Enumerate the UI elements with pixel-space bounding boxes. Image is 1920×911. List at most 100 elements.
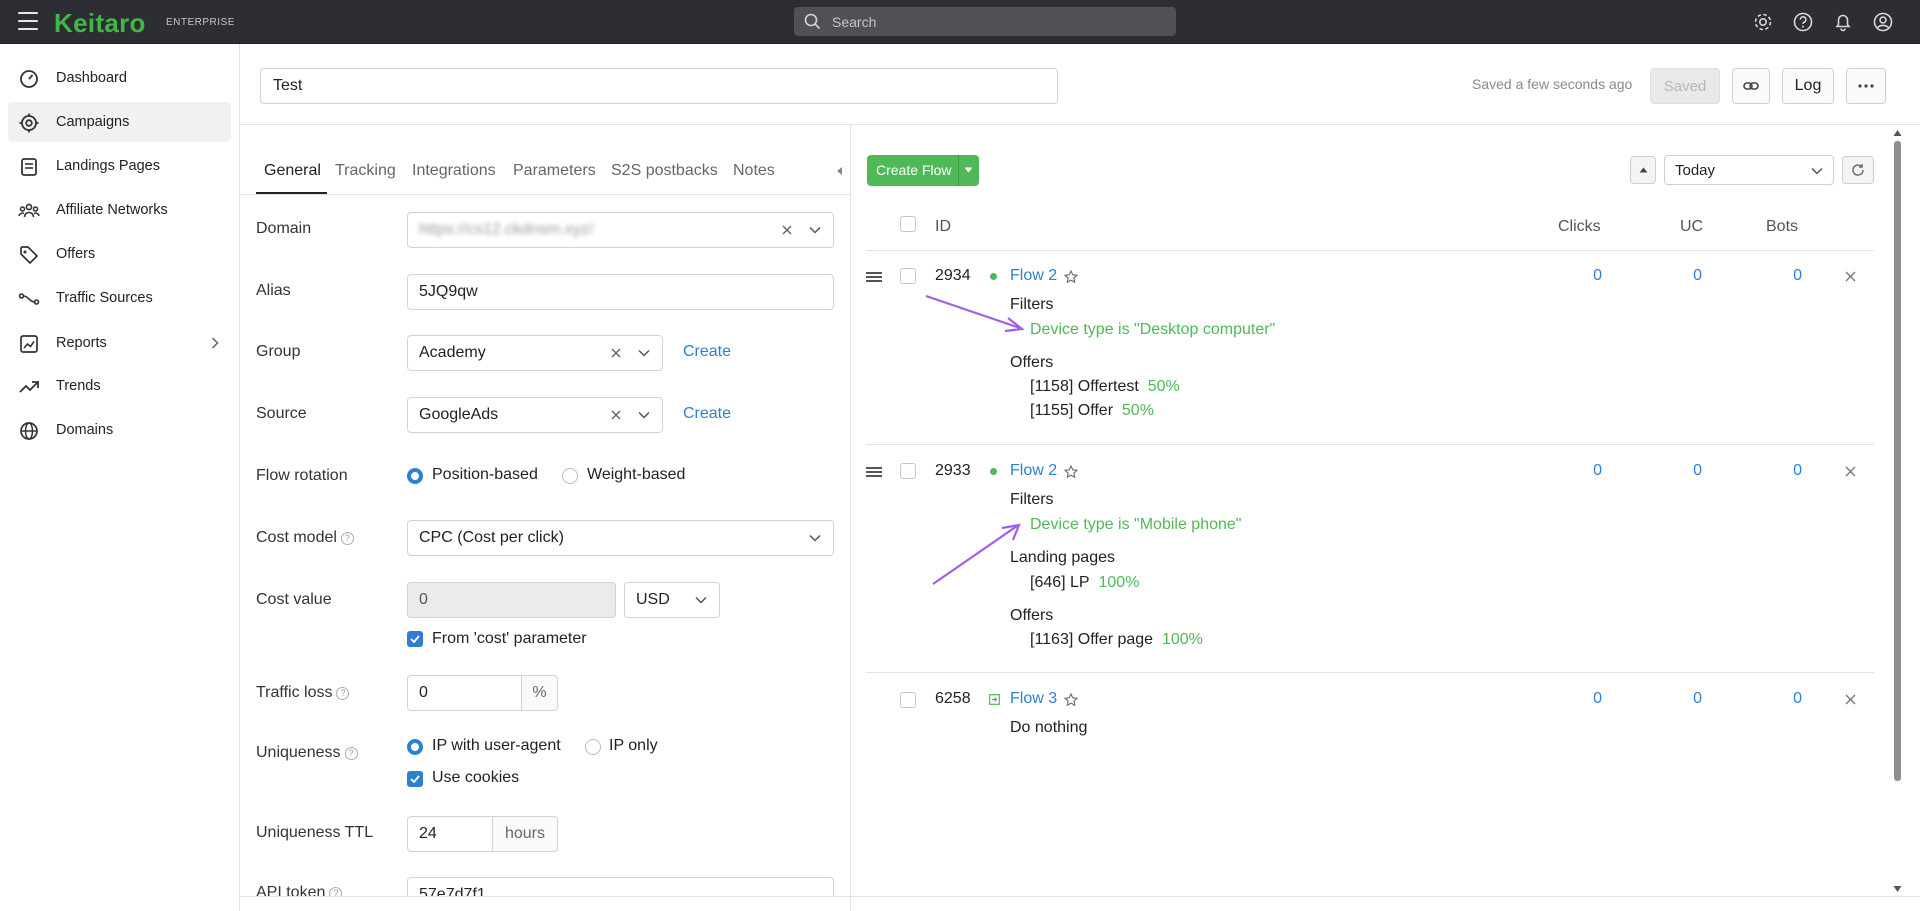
bots-value[interactable]: 0 bbox=[1762, 690, 1802, 708]
tab-parameters[interactable]: Parameters bbox=[513, 162, 596, 180]
bots-value[interactable]: 0 bbox=[1762, 267, 1802, 285]
clicks-value[interactable]: 0 bbox=[1562, 267, 1602, 285]
sidebar-item-trends[interactable]: Trends bbox=[8, 366, 231, 406]
menu-icon[interactable] bbox=[18, 12, 38, 30]
column-clicks[interactable]: Clicks bbox=[1558, 218, 1601, 236]
select-all-checkbox[interactable] bbox=[900, 216, 916, 232]
tab-tracking[interactable]: Tracking bbox=[335, 162, 396, 180]
star-icon[interactable] bbox=[1064, 270, 1078, 284]
star-icon[interactable] bbox=[1064, 693, 1078, 707]
search-box[interactable] bbox=[794, 7, 1176, 36]
caret-up-icon bbox=[1639, 167, 1647, 173]
uc-value[interactable]: 0 bbox=[1662, 690, 1702, 708]
copy-link-button[interactable] bbox=[1732, 68, 1770, 104]
star-icon[interactable] bbox=[1064, 465, 1078, 479]
people-icon bbox=[18, 203, 40, 218]
dashboard-icon bbox=[20, 70, 38, 88]
uniqueness-label: Uniqueness? bbox=[256, 744, 358, 762]
currency-select[interactable]: USD bbox=[624, 582, 720, 618]
uniqueness-ttl-value: 24 bbox=[419, 825, 437, 842]
uc-value[interactable]: 0 bbox=[1662, 462, 1702, 480]
filter-rule[interactable]: Device type is "Mobile phone" bbox=[1030, 516, 1241, 534]
drag-handle-icon[interactable] bbox=[866, 272, 882, 284]
bots-value[interactable]: 0 bbox=[1762, 462, 1802, 480]
saved-button[interactable]: Saved bbox=[1650, 68, 1720, 104]
sidebar-item-traffic-sources[interactable]: Traffic Sources bbox=[8, 278, 231, 318]
create-group-link[interactable]: Create bbox=[683, 343, 731, 361]
sidebar-item-domains[interactable]: Domains bbox=[8, 410, 231, 450]
cost-model-select[interactable]: CPC (Cost per click) bbox=[407, 520, 834, 556]
uc-value[interactable]: 0 bbox=[1662, 267, 1702, 285]
sidebar-item-campaigns[interactable]: Campaigns bbox=[8, 102, 231, 142]
domain-select[interactable]: https://cs12.ckdnsm.xyz/ bbox=[407, 212, 834, 248]
user-account-icon[interactable] bbox=[1872, 11, 1894, 33]
tab-general[interactable]: General bbox=[264, 162, 321, 180]
help-icon[interactable]: ? bbox=[329, 887, 343, 896]
use-cookies-checkbox[interactable] bbox=[407, 771, 423, 787]
position-based-radio[interactable] bbox=[407, 468, 423, 484]
clear-icon[interactable] bbox=[610, 347, 622, 359]
drag-handle-icon[interactable] bbox=[866, 467, 882, 479]
row-checkbox[interactable] bbox=[900, 463, 916, 479]
delete-icon[interactable] bbox=[1845, 271, 1856, 282]
scroll-up-arrow-icon[interactable] bbox=[1893, 129, 1902, 137]
column-uc[interactable]: UC bbox=[1680, 218, 1703, 236]
sidebar-item-landing-pages[interactable]: Landings Pages bbox=[8, 146, 231, 186]
sidebar-item-offers[interactable]: Offers bbox=[8, 234, 231, 274]
from-cost-checkbox[interactable] bbox=[407, 631, 423, 647]
period-select[interactable]: Today bbox=[1664, 155, 1834, 185]
gear-icon[interactable] bbox=[1752, 11, 1774, 33]
refresh-button[interactable] bbox=[1842, 156, 1874, 184]
api-token-input[interactable]: 57e7d7f1 bbox=[407, 877, 834, 896]
ip-only-radio[interactable] bbox=[585, 739, 601, 755]
delete-icon[interactable] bbox=[1845, 466, 1856, 477]
cost-value-input[interactable]: 0 bbox=[407, 582, 616, 618]
chevron-right-icon bbox=[211, 337, 219, 349]
tab-integrations[interactable]: Integrations bbox=[412, 162, 496, 180]
scrollbar-thumb[interactable] bbox=[1894, 141, 1901, 781]
sidebar-item-dashboard[interactable]: Dashboard bbox=[8, 58, 231, 98]
logo[interactable]: Keitaro bbox=[54, 8, 146, 39]
caret-down-icon[interactable] bbox=[964, 167, 973, 173]
row-checkbox[interactable] bbox=[900, 268, 916, 284]
help-icon[interactable]: ? bbox=[340, 532, 354, 545]
group-select[interactable]: Academy bbox=[407, 335, 663, 371]
ip-user-agent-radio[interactable] bbox=[407, 739, 423, 755]
create-flow-button[interactable]: Create Flow bbox=[867, 155, 979, 186]
alias-input[interactable]: 5JQ9qw bbox=[407, 274, 834, 310]
bell-icon[interactable] bbox=[1832, 11, 1854, 33]
clicks-value[interactable]: 0 bbox=[1562, 462, 1602, 480]
uniqueness-ttl-input[interactable]: 24 bbox=[407, 816, 493, 852]
campaign-name-input[interactable] bbox=[260, 68, 1058, 104]
filter-rule[interactable]: Device type is "Desktop computer" bbox=[1030, 321, 1275, 339]
source-select[interactable]: GoogleAds bbox=[407, 397, 663, 433]
search-input[interactable] bbox=[832, 7, 1162, 36]
create-source-link[interactable]: Create bbox=[683, 405, 731, 423]
flow-name-link[interactable]: Flow 2 bbox=[1010, 267, 1057, 285]
column-bots[interactable]: Bots bbox=[1766, 218, 1798, 236]
clear-icon[interactable] bbox=[781, 224, 793, 236]
log-button[interactable]: Log bbox=[1782, 68, 1834, 104]
help-icon[interactable]: ? bbox=[344, 747, 358, 760]
help-icon[interactable]: ? bbox=[336, 687, 350, 700]
traffic-loss-input[interactable]: 0 bbox=[407, 675, 522, 711]
clicks-value[interactable]: 0 bbox=[1562, 690, 1602, 708]
clear-icon[interactable] bbox=[610, 409, 622, 421]
forced-flow-icon bbox=[989, 694, 1000, 705]
column-id[interactable]: ID bbox=[935, 218, 951, 236]
weight-based-radio[interactable] bbox=[562, 468, 578, 484]
tab-s2s-postbacks[interactable]: S2S postbacks bbox=[611, 162, 718, 180]
flow-name-link[interactable]: Flow 3 bbox=[1010, 690, 1057, 708]
collapse-panel-icon[interactable] bbox=[836, 166, 844, 176]
sidebar-item-reports[interactable]: Reports bbox=[8, 323, 231, 363]
delete-icon[interactable] bbox=[1845, 694, 1856, 705]
annotation-arrow-icon bbox=[932, 523, 1021, 585]
more-button[interactable] bbox=[1846, 68, 1886, 104]
row-checkbox[interactable] bbox=[900, 692, 916, 708]
flow-name-link[interactable]: Flow 2 bbox=[1010, 462, 1057, 480]
help-icon[interactable] bbox=[1792, 11, 1814, 33]
scroll-down-arrow-icon[interactable] bbox=[1893, 885, 1902, 893]
sort-up-button[interactable] bbox=[1630, 156, 1656, 184]
sidebar-item-affiliate-networks[interactable]: Affiliate Networks bbox=[8, 190, 231, 230]
tab-notes[interactable]: Notes bbox=[733, 162, 775, 180]
